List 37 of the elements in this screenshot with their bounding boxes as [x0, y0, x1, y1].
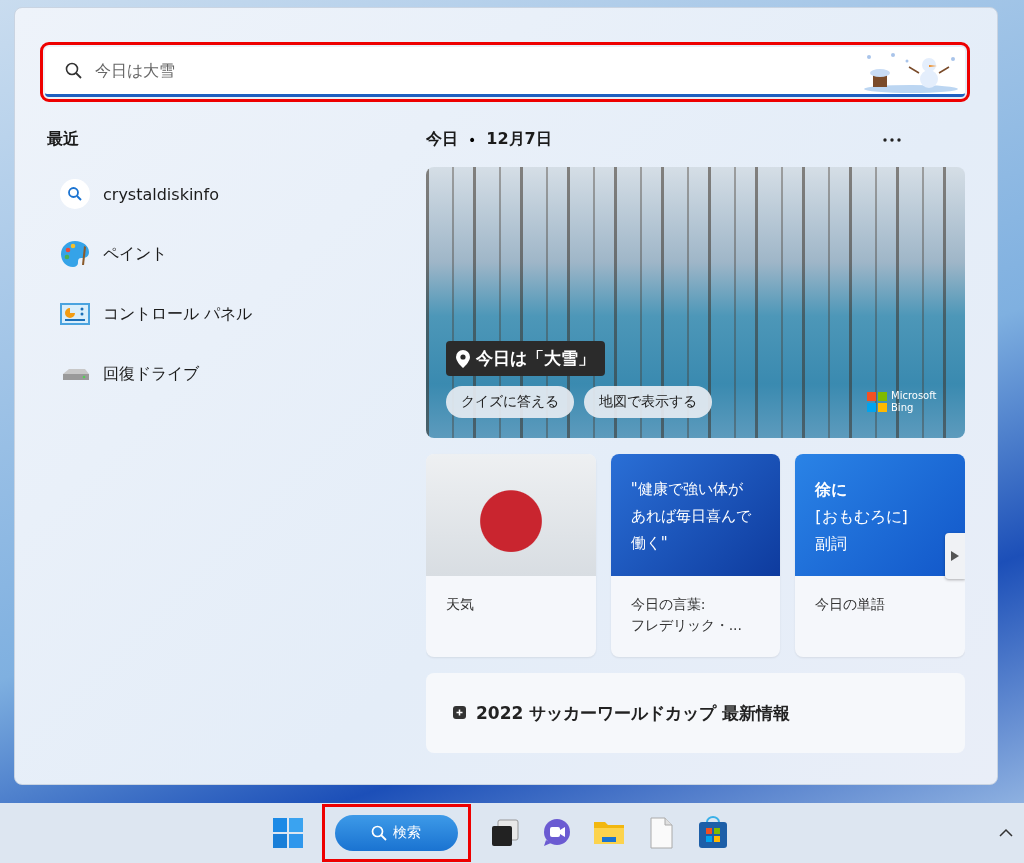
more-options-icon[interactable]: [883, 137, 901, 142]
next-button[interactable]: [945, 533, 965, 579]
word-title: 徐に: [815, 479, 849, 501]
palette-icon: [59, 238, 91, 270]
info-card[interactable]: 天気: [426, 454, 596, 657]
news-headline: 2022 サッカーワールドカップ 最新情報: [476, 701, 791, 725]
recent-item[interactable]: コントロール パネル: [103, 303, 253, 325]
photo-placeholder[interactable]: 今日は「大雪」 クイズに答える 地図で表示する Microsoft Bing: [426, 167, 965, 438]
info-card[interactable]: "健康で強い体があれば毎日喜んで働く" 今日の言葉: フレデリック・...: [610, 454, 781, 657]
section-heading: 最近: [47, 129, 80, 150]
card-caption: 今日の単語: [814, 595, 887, 614]
part-of-speech: 副詞: [815, 533, 849, 555]
search-icon: [371, 825, 387, 841]
section-heading: 今日: [426, 129, 458, 150]
search-input[interactable]: 今日は大雪: [93, 60, 863, 81]
separator-dot: •: [468, 131, 477, 148]
search-button[interactable]: 検索: [334, 815, 458, 851]
action-chip[interactable]: クイズに答える: [446, 386, 574, 418]
bing-logo-icon: [867, 392, 887, 412]
location-pin-icon: [456, 349, 470, 368]
quote-text: "健康で強い体があれば毎日喜んで働く": [610, 454, 781, 576]
location-badge[interactable]: 今日は「大雪」: [446, 341, 605, 376]
recent-item[interactable]: ペイント: [103, 243, 167, 265]
recent-item[interactable]: 回復ドライブ: [103, 363, 199, 385]
news-card[interactable]: 2022 サッカーワールドカップ 最新情報: [426, 673, 965, 753]
word-reading: [おもむろに]: [815, 506, 909, 528]
date-label: 12月7日: [486, 129, 552, 150]
card-caption: 天気: [445, 595, 475, 614]
search-icon: [65, 61, 83, 80]
recent-item[interactable]: crystaldiskinfo: [103, 184, 219, 204]
search-icon: [59, 178, 91, 210]
brand-label: Microsoft Bing: [891, 390, 938, 414]
info-card[interactable]: 徐に [おもむろに] 副詞 今日の単語: [795, 454, 965, 657]
action-chip[interactable]: 地図で表示する: [584, 386, 712, 418]
news-icon: [452, 705, 468, 721]
play-arrow-icon: [951, 551, 959, 561]
card-caption: 今日の言葉: フレデリック・...: [629, 595, 743, 635]
